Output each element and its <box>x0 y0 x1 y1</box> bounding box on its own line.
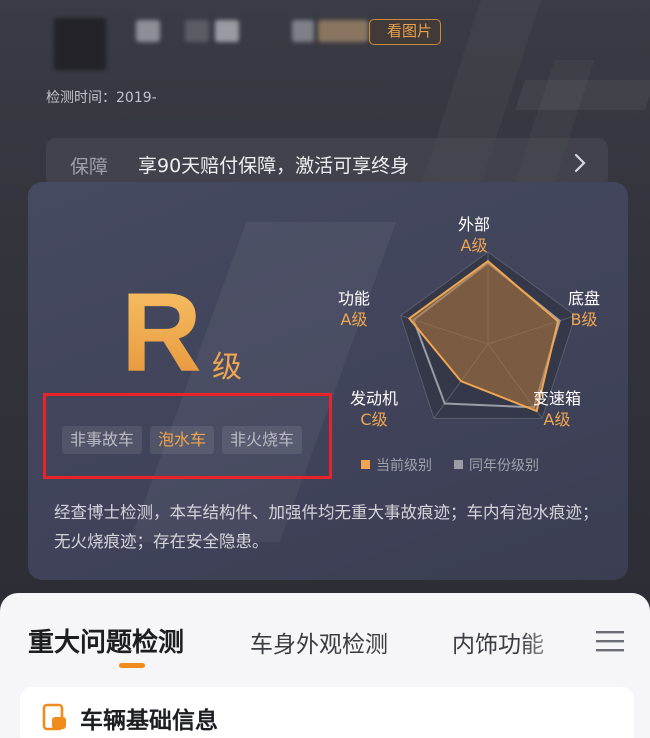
blurred-title-block <box>136 20 160 42</box>
radar-label-bottom-right: 变速箱 A级 <box>533 389 582 429</box>
background-stripe <box>515 80 650 110</box>
inspection-time: 检测时间：2019- <box>46 90 157 106</box>
radar-label-right: 底盘 B级 <box>568 289 601 329</box>
detail-sheet: 重大问题检测 车身外观检测 内饰功能 车辆基础信息 <box>0 593 650 738</box>
chevron-right-icon <box>574 153 586 173</box>
blurred-title-block <box>318 20 368 42</box>
tab-active-indicator <box>119 663 145 668</box>
basic-info-title: 车辆基础信息 <box>80 708 218 734</box>
basic-info-card[interactable]: 车辆基础信息 <box>20 687 634 738</box>
car-thumbnail[interactable] <box>54 18 106 70</box>
radar-legend: 当前级别 同年份级别 <box>361 455 539 475</box>
tab-exterior[interactable]: 车身外观检测 <box>250 625 388 659</box>
legend-peer: 同年份级别 <box>454 455 539 475</box>
menu-icon[interactable] <box>596 629 624 653</box>
report-summary: 经查博士检测，本车结构件、加强件均无重大事故痕迹；车内有泡水痕迹；无火烧痕迹；存… <box>54 503 599 551</box>
guarantee-banner[interactable]: 保障 享90天赔付保障，激活可享终身 <box>46 138 608 188</box>
report-card: R 级 非事故车 泡水车 非火烧车 外部 A级 底盘 B级 变速箱 A级 发动机 C级 … <box>28 182 628 580</box>
radar-svg <box>399 251 577 419</box>
blurred-title-block <box>185 20 209 42</box>
blurred-title-block <box>215 20 239 42</box>
blurred-title-block <box>292 20 314 42</box>
tab-fade <box>520 613 580 663</box>
legend-current: 当前级别 <box>361 455 432 475</box>
radar-label-top: 外部 A级 <box>458 215 491 255</box>
radar-chart: 外部 A级 底盘 B级 变速箱 A级 发动机 C级 功能 A级 <box>328 215 628 476</box>
view-image-button[interactable]: 看图片 <box>369 19 441 45</box>
radar-label-bottom-left: 发动机 C级 <box>350 389 399 429</box>
guarantee-label: 保障 <box>70 156 109 178</box>
radar-label-left: 功能 A级 <box>338 289 371 329</box>
tab-major-issues[interactable]: 重大问题检测 <box>28 622 184 659</box>
grade-letter: R <box>121 270 202 395</box>
grade-suffix: 级 <box>212 350 242 385</box>
highlight-annotation-box <box>43 393 332 479</box>
document-icon <box>42 703 66 731</box>
guarantee-text: 享90天赔付保障，激活可享终身 <box>138 155 410 177</box>
